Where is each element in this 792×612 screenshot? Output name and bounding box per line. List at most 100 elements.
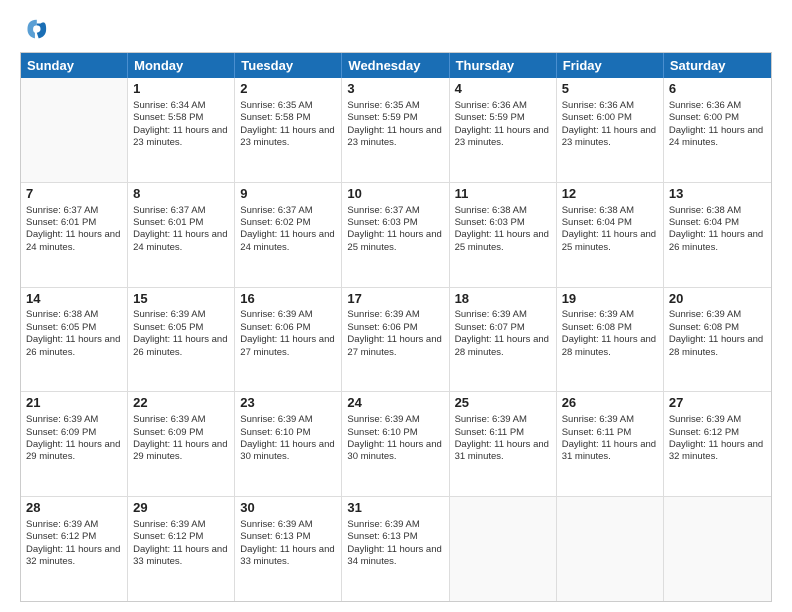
cal-cell: 19Sunrise: 6:39 AMSunset: 6:08 PMDayligh… <box>557 288 664 392</box>
cal-cell: 27Sunrise: 6:39 AMSunset: 6:12 PMDayligh… <box>664 392 771 496</box>
cal-header-tuesday: Tuesday <box>235 53 342 78</box>
cal-header-sunday: Sunday <box>21 53 128 78</box>
cal-cell: 11Sunrise: 6:38 AMSunset: 6:03 PMDayligh… <box>450 183 557 287</box>
cal-header-saturday: Saturday <box>664 53 771 78</box>
sunset-text: Sunset: 6:04 PM <box>562 217 632 228</box>
cal-cell <box>557 497 664 601</box>
day-number: 21 <box>26 395 122 412</box>
calendar: SundayMondayTuesdayWednesdayThursdayFrid… <box>20 52 772 602</box>
day-number: 31 <box>347 500 443 517</box>
day-number: 11 <box>455 186 551 203</box>
sunrise-text: Sunrise: 6:39 AM <box>455 309 527 320</box>
sunset-text: Sunset: 6:02 PM <box>240 217 310 228</box>
daylight-text: Daylight: 11 hours and 28 minutes. <box>562 334 656 357</box>
sunset-text: Sunset: 6:10 PM <box>347 427 417 438</box>
sunrise-text: Sunrise: 6:39 AM <box>455 414 527 425</box>
day-number: 9 <box>240 186 336 203</box>
day-number: 20 <box>669 291 766 308</box>
cal-cell: 31Sunrise: 6:39 AMSunset: 6:13 PMDayligh… <box>342 497 449 601</box>
cal-week-1: 1Sunrise: 6:34 AMSunset: 5:58 PMDaylight… <box>21 78 771 183</box>
day-number: 4 <box>455 81 551 98</box>
sunset-text: Sunset: 6:12 PM <box>26 531 96 542</box>
sunset-text: Sunset: 6:13 PM <box>347 531 417 542</box>
sunrise-text: Sunrise: 6:38 AM <box>26 309 98 320</box>
day-number: 23 <box>240 395 336 412</box>
sunrise-text: Sunrise: 6:34 AM <box>133 100 205 111</box>
daylight-text: Daylight: 11 hours and 29 minutes. <box>26 439 120 462</box>
sunset-text: Sunset: 5:59 PM <box>347 112 417 123</box>
day-number: 22 <box>133 395 229 412</box>
sunset-text: Sunset: 6:11 PM <box>562 427 632 438</box>
cal-cell: 5Sunrise: 6:36 AMSunset: 6:00 PMDaylight… <box>557 78 664 182</box>
sunrise-text: Sunrise: 6:39 AM <box>562 309 634 320</box>
day-number: 25 <box>455 395 551 412</box>
day-number: 7 <box>26 186 122 203</box>
cal-week-2: 7Sunrise: 6:37 AMSunset: 6:01 PMDaylight… <box>21 183 771 288</box>
sunrise-text: Sunrise: 6:37 AM <box>133 205 205 216</box>
logo-icon <box>20 16 48 44</box>
daylight-text: Daylight: 11 hours and 23 minutes. <box>133 125 227 148</box>
cal-cell: 3Sunrise: 6:35 AMSunset: 5:59 PMDaylight… <box>342 78 449 182</box>
cal-cell <box>450 497 557 601</box>
cal-cell: 7Sunrise: 6:37 AMSunset: 6:01 PMDaylight… <box>21 183 128 287</box>
day-number: 18 <box>455 291 551 308</box>
sunrise-text: Sunrise: 6:36 AM <box>562 100 634 111</box>
cal-header-friday: Friday <box>557 53 664 78</box>
cal-cell: 9Sunrise: 6:37 AMSunset: 6:02 PMDaylight… <box>235 183 342 287</box>
sunset-text: Sunset: 6:12 PM <box>669 427 739 438</box>
cal-cell: 21Sunrise: 6:39 AMSunset: 6:09 PMDayligh… <box>21 392 128 496</box>
day-number: 8 <box>133 186 229 203</box>
daylight-text: Daylight: 11 hours and 30 minutes. <box>347 439 441 462</box>
cal-cell: 4Sunrise: 6:36 AMSunset: 5:59 PMDaylight… <box>450 78 557 182</box>
cal-header-thursday: Thursday <box>450 53 557 78</box>
sunset-text: Sunset: 6:08 PM <box>669 322 739 333</box>
day-number: 2 <box>240 81 336 98</box>
cal-cell <box>664 497 771 601</box>
sunset-text: Sunset: 6:05 PM <box>26 322 96 333</box>
cal-cell: 2Sunrise: 6:35 AMSunset: 5:58 PMDaylight… <box>235 78 342 182</box>
day-number: 30 <box>240 500 336 517</box>
sunrise-text: Sunrise: 6:35 AM <box>240 100 312 111</box>
sunrise-text: Sunrise: 6:39 AM <box>133 414 205 425</box>
sunrise-text: Sunrise: 6:39 AM <box>669 414 741 425</box>
cal-cell: 26Sunrise: 6:39 AMSunset: 6:11 PMDayligh… <box>557 392 664 496</box>
sunset-text: Sunset: 5:58 PM <box>240 112 310 123</box>
daylight-text: Daylight: 11 hours and 28 minutes. <box>669 334 763 357</box>
sunset-text: Sunset: 6:09 PM <box>133 427 203 438</box>
cal-cell: 16Sunrise: 6:39 AMSunset: 6:06 PMDayligh… <box>235 288 342 392</box>
sunset-text: Sunset: 5:59 PM <box>455 112 525 123</box>
cal-cell: 14Sunrise: 6:38 AMSunset: 6:05 PMDayligh… <box>21 288 128 392</box>
cal-cell: 13Sunrise: 6:38 AMSunset: 6:04 PMDayligh… <box>664 183 771 287</box>
sunset-text: Sunset: 5:58 PM <box>133 112 203 123</box>
daylight-text: Daylight: 11 hours and 24 minutes. <box>133 229 227 252</box>
cal-cell: 8 Sunrise: 6:37 AMSunset: 6:01 PMDaylight… <box>128 183 235 287</box>
daylight-text: Daylight: 11 hours and 33 minutes. <box>133 544 227 567</box>
day-number: 13 <box>669 186 766 203</box>
daylight-text: Daylight: 11 hours and 24 minutes. <box>669 125 763 148</box>
sunrise-text: Sunrise: 6:39 AM <box>669 309 741 320</box>
cal-week-4: 21 Sunrise: 6:39 AM Sunset: 6:09 PM Dayligh… <box>21 392 771 497</box>
daylight-text: Daylight: 11 hours and 25 minutes. <box>562 229 656 252</box>
cal-cell: 1Sunrise: 6:34 AMSunset: 5:58 PMDaylight… <box>128 78 235 182</box>
day-number: 16 <box>240 291 336 308</box>
cal-cell: 23Sunrise: 6:39 AMSunset: 6:10 PMDayligh… <box>235 392 342 496</box>
sunset-text: Sunset: 6:01 PM <box>133 217 203 228</box>
cal-cell: 30Sunrise: 6:39 AMSunset: 6:13 PMDayligh… <box>235 497 342 601</box>
daylight-text: Daylight: 11 hours and 32 minutes. <box>669 439 763 462</box>
sunset-text: Sunset: 6:00 PM <box>562 112 632 123</box>
sunrise-text: Sunrise: 6:37 AM <box>26 205 98 216</box>
logo <box>20 16 52 44</box>
sunset-text: Sunset: 6:05 PM <box>133 322 203 333</box>
sunrise-text: Sunrise: 6:36 AM <box>455 100 527 111</box>
cal-cell: 17Sunrise: 6:39 AMSunset: 6:06 PMDayligh… <box>342 288 449 392</box>
day-number: 12 <box>562 186 658 203</box>
sunrise-text: Sunrise: 6:38 AM <box>455 205 527 216</box>
daylight-text: Daylight: 11 hours and 24 minutes. <box>26 229 120 252</box>
day-number: 5 <box>562 81 658 98</box>
day-number: 17 <box>347 291 443 308</box>
cal-cell: 15Sunrise: 6:39 AMSunset: 6:05 PMDayligh… <box>128 288 235 392</box>
daylight-text: Daylight: 11 hours and 31 minutes. <box>455 439 549 462</box>
cal-cell: 18Sunrise: 6:39 AMSunset: 6:07 PMDayligh… <box>450 288 557 392</box>
sunrise-text: Sunrise: 6:37 AM <box>240 205 312 216</box>
sunset-text: Sunset: 6:06 PM <box>240 322 310 333</box>
